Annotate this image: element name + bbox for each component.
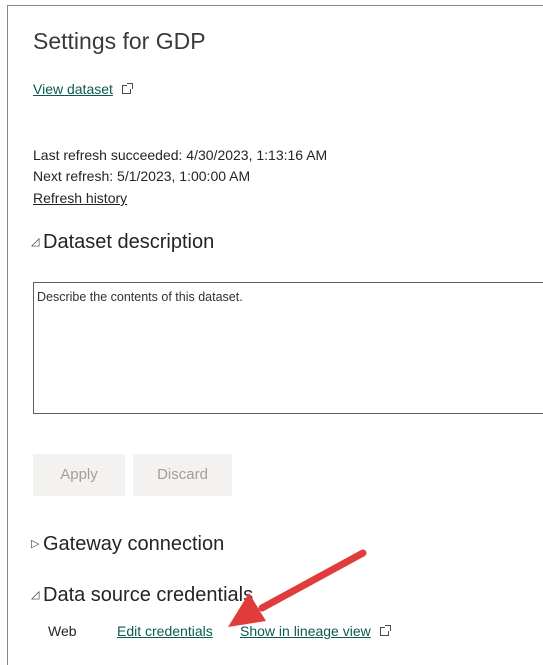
edit-credentials-link[interactable]: Edit credentials	[117, 623, 213, 639]
discard-button[interactable]: Discard	[133, 454, 232, 496]
gateway-connection-title: Gateway connection	[43, 533, 225, 555]
dataset-description-input[interactable]	[33, 282, 543, 414]
last-refresh-text: Last refresh succeeded: 4/30/2023, 1:13:…	[33, 147, 328, 163]
refresh-history-link[interactable]: Refresh history	[33, 190, 127, 206]
next-refresh-text: Next refresh: 5/1/2023, 1:00:00 AM	[33, 168, 251, 184]
view-dataset-row: View dataset	[33, 81, 133, 97]
data-source-credentials-title: Data source credentials	[43, 584, 254, 606]
source-type-label: Web	[48, 623, 77, 639]
view-dataset-link[interactable]: View dataset	[33, 81, 113, 97]
page-title: Settings for GDP	[33, 28, 206, 54]
external-link-icon[interactable]	[379, 625, 391, 636]
external-link-icon[interactable]	[121, 83, 133, 94]
expanded-triangle-icon[interactable]: ◿	[31, 588, 43, 601]
dataset-description-title: Dataset description	[43, 231, 215, 253]
show-in-lineage-view-link[interactable]: Show in lineage view	[240, 623, 371, 639]
expanded-triangle-icon[interactable]: ◿	[31, 235, 43, 248]
apply-button[interactable]: Apply	[33, 454, 125, 496]
collapsed-triangle-icon[interactable]: ▷	[31, 537, 43, 550]
dataset-description-header[interactable]: ◿ Dataset description	[31, 231, 214, 254]
gateway-connection-header[interactable]: ▷ Gateway connection	[31, 533, 224, 556]
data-source-credentials-header[interactable]: ◿ Data source credentials	[31, 584, 253, 607]
